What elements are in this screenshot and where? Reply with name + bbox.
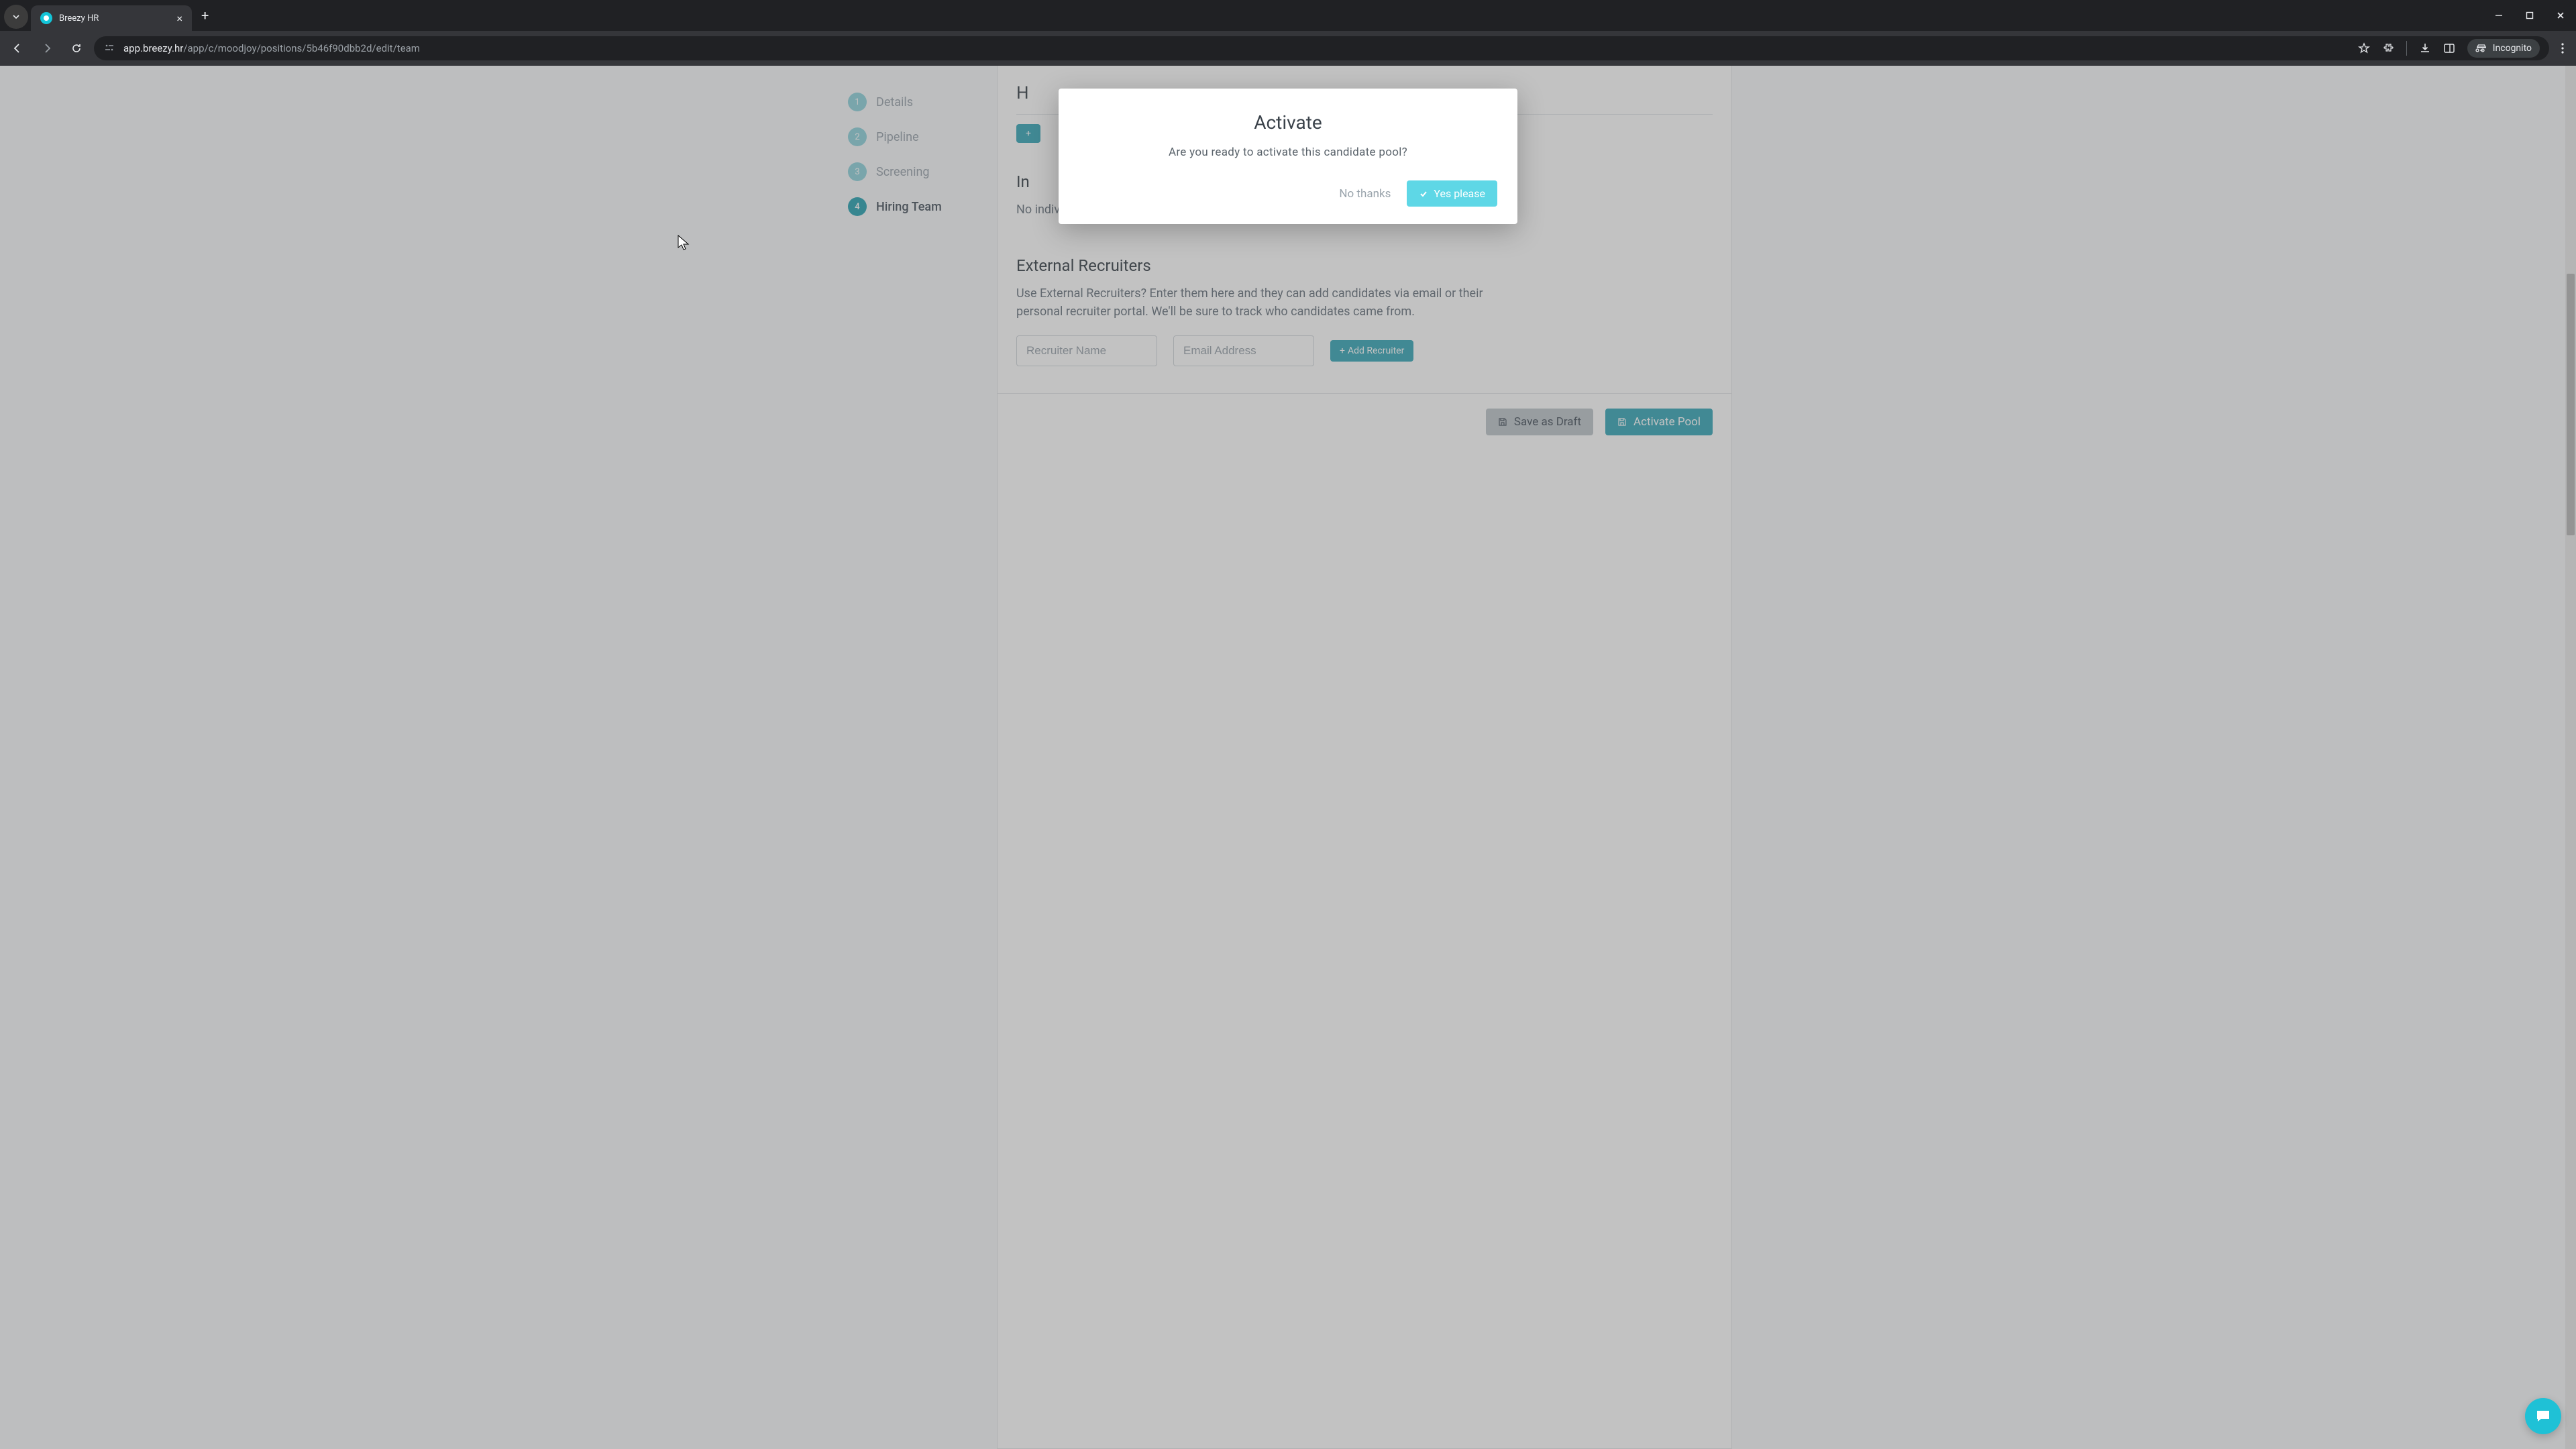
close-window-button[interactable] [2545, 0, 2576, 31]
tab-favicon [40, 12, 52, 24]
incognito-icon [2475, 44, 2487, 53]
tab-title: Breezy HR [59, 13, 170, 23]
reload-button[interactable] [64, 36, 89, 60]
extensions-icon[interactable] [2382, 42, 2394, 54]
modal-text: Are you ready to activate this candidate… [1079, 146, 1497, 159]
forward-button[interactable] [35, 36, 59, 60]
tab-close-icon[interactable]: × [176, 12, 182, 25]
chat-icon [2534, 1407, 2552, 1425]
back-button[interactable] [5, 36, 30, 60]
new-tab-button[interactable]: + [192, 7, 218, 23]
tab-search-button[interactable] [4, 5, 28, 29]
chat-fab[interactable] [2525, 1398, 2561, 1434]
titlebar: Breezy HR × + [0, 0, 2576, 31]
browser-toolbar: app.breezy.hr/app/c/moodjoy/positions/5b… [0, 31, 2576, 66]
maximize-button[interactable] [2514, 0, 2545, 31]
window-controls [2483, 0, 2576, 31]
modal-cancel-button[interactable]: No thanks [1335, 182, 1395, 206]
modal-confirm-label: Yes please [1434, 187, 1485, 200]
check-icon [1419, 189, 1428, 199]
browser-tab[interactable]: Breezy HR × [31, 5, 192, 31]
modal-actions: No thanks Yes please [1079, 180, 1497, 207]
address-bar[interactable]: app.breezy.hr/app/c/moodjoy/positions/5b… [94, 36, 2549, 60]
url-text: app.breezy.hr/app/c/moodjoy/positions/5b… [123, 42, 2350, 54]
modal-title: Activate [1079, 111, 1497, 133]
modal-backdrop[interactable] [0, 66, 2576, 1449]
browser-chrome: Breezy HR × + app.breezy.hr/app/c/moodjo… [0, 0, 2576, 66]
activate-modal: Activate Are you ready to activate this … [1059, 89, 1517, 224]
site-settings-icon[interactable] [103, 42, 115, 54]
browser-menu-button[interactable] [2555, 42, 2571, 54]
bookmark-icon[interactable] [2358, 42, 2370, 54]
minimize-button[interactable] [2483, 0, 2514, 31]
page-viewport: 1 Details 2 Pipeline 3 Screening 4 Hirin… [0, 66, 2576, 1449]
sidepanel-icon[interactable] [2443, 42, 2455, 54]
downloads-icon[interactable] [2419, 42, 2431, 54]
incognito-label: Incognito [2493, 43, 2532, 54]
modal-confirm-button[interactable]: Yes please [1407, 180, 1497, 207]
toolbar-divider [2406, 41, 2407, 56]
incognito-badge[interactable]: Incognito [2467, 39, 2540, 58]
